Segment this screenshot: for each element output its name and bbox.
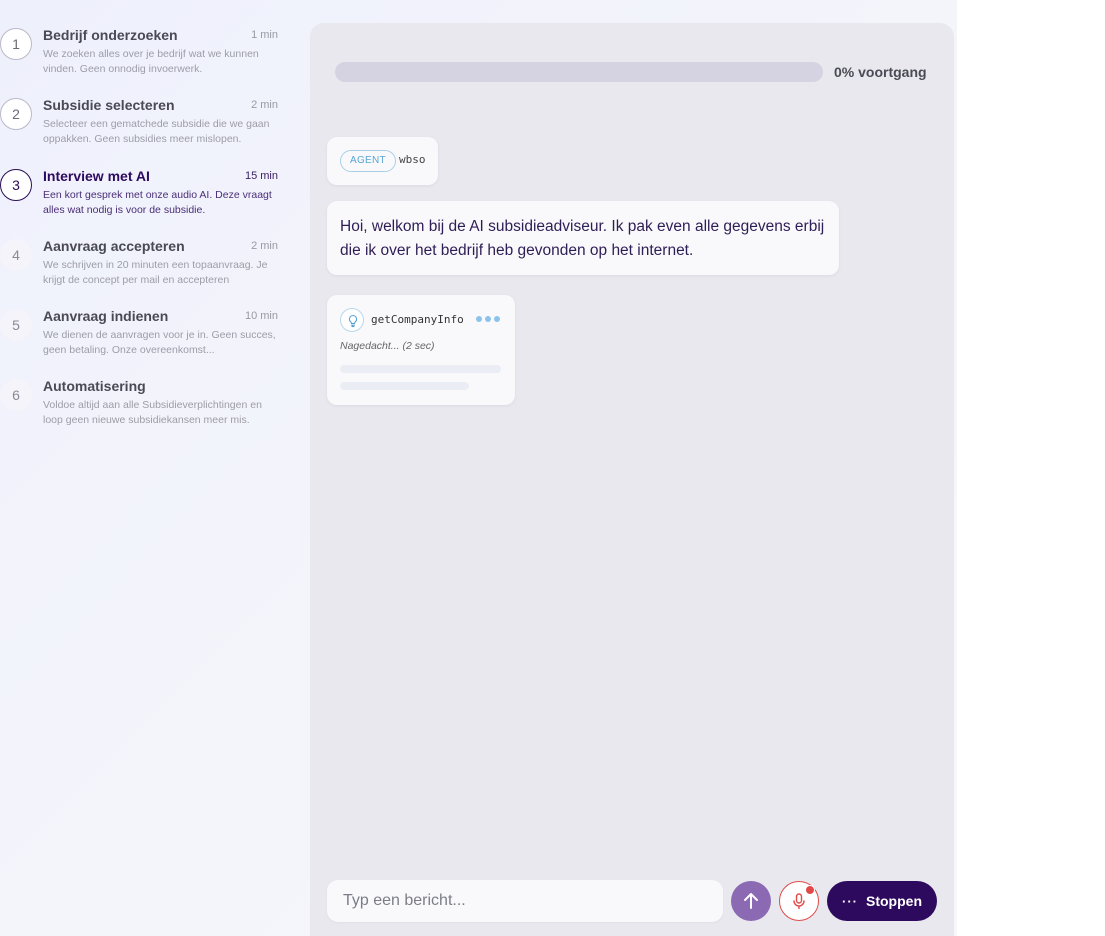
step-description: Een kort gesprek met onze audio AI. Deze… [43,189,272,216]
chat-panel: 0% voortgang AGENT wbso Hoi, welkom bij … [310,23,954,936]
step-number: 3 [0,169,32,201]
step-subsidie-selecteren[interactable]: 2 Subsidie selecteren 2 min Selecteer ee… [0,94,290,160]
more-dots-icon: ··· [842,893,858,909]
step-title: Bedrijf onderzoeken [43,27,178,43]
step-aanvraag-accepteren[interactable]: 4 Aanvraag accepteren 2 min We schrijven… [0,235,290,301]
step-interview-met-ai[interactable]: 3 Interview met AI 15 min Een kort gespr… [0,165,290,231]
assistant-message: Hoi, welkom bij de AI subsidieadviseur. … [327,201,839,275]
step-number: 2 [0,98,32,130]
agent-header-bubble: AGENT wbso [327,137,438,185]
step-description: Selecteer een gematchede subsidie die we… [43,118,270,145]
step-duration: 10 min [244,310,278,322]
lightbulb-icon [340,308,364,332]
agent-name: wbso [399,153,426,166]
step-number: 1 [0,28,32,60]
progress-bar [335,62,823,82]
step-aanvraag-indienen[interactable]: 5 Aanvraag indienen 10 min We dienen de … [0,305,290,371]
progress-label: 0% voortgang [834,64,927,80]
step-duration: 2 min [251,99,278,111]
skeleton-line [340,365,501,373]
arrow-up-icon [744,893,758,909]
step-description: We zoeken alles over je bedrijf wat we k… [43,48,259,75]
step-duration: 2 min [251,240,278,252]
app-root: 1 Bedrijf onderzoeken 1 min We zoeken al… [0,0,957,936]
message-input[interactable] [327,880,723,922]
stop-button[interactable]: ··· Stoppen [827,881,937,921]
tool-name: getCompanyInfo [371,313,464,326]
skeleton-line [340,382,469,390]
tool-call-card: getCompanyInfo Nagedacht... (2 sec) [327,295,515,405]
step-duration: 15 min [244,170,278,182]
step-title: Aanvraag indienen [43,308,169,324]
step-description: Voldoe altijd aan alle Subsidieverplicht… [43,399,262,426]
step-automatisering[interactable]: 6 Automatisering Voldoe altijd aan alle … [0,375,290,441]
step-title: Interview met AI [43,168,150,184]
step-title: Automatisering [43,378,146,394]
step-duration: 1 min [251,29,278,41]
step-title: Aanvraag accepteren [43,238,185,254]
step-description: We dienen de aanvragen voor je in. Geen … [43,329,276,356]
tool-status: Nagedacht... (2 sec) [340,340,435,352]
step-title: Subsidie selecteren [43,97,175,113]
recording-indicator [805,885,815,895]
step-number: 4 [0,239,32,271]
loading-dots-icon [476,316,500,322]
step-number: 6 [0,379,32,411]
message-text: Hoi, welkom bij de AI subsidieadviseur. … [340,218,825,259]
stop-label: Stoppen [866,893,922,909]
step-description: We schrijven in 20 minuten een topaanvra… [43,259,268,286]
steps-sidebar: 1 Bedrijf onderzoeken 1 min We zoeken al… [0,0,290,936]
step-number: 5 [0,309,32,341]
step-bedrijf-onderzoeken[interactable]: 1 Bedrijf onderzoeken 1 min We zoeken al… [0,24,290,90]
microphone-button[interactable] [779,881,819,921]
send-button[interactable] [731,881,771,921]
agent-badge: AGENT [340,150,396,172]
